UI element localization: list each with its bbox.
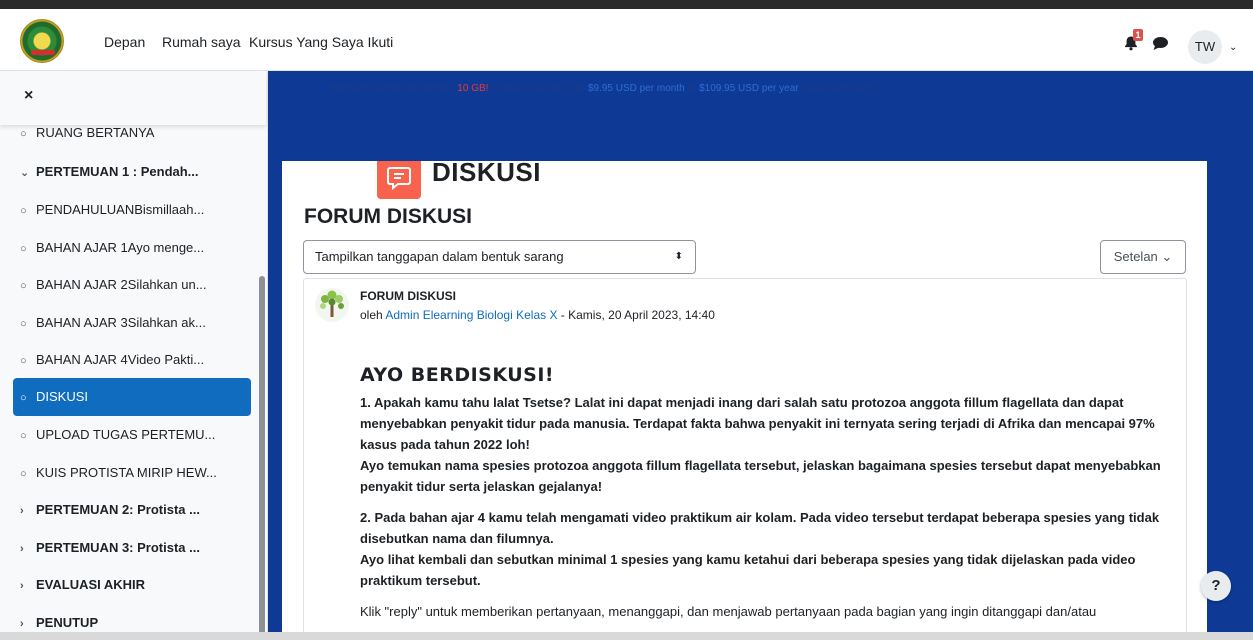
- chevron-down-icon: ⌄: [1161, 249, 1173, 264]
- circle-icon: ○: [20, 128, 27, 140]
- post-body: AYO BERDISKUSI! 1. Apakah kamu tahu lala…: [360, 365, 1170, 632]
- user-avatar[interactable]: TW: [1188, 30, 1222, 64]
- main-region: Remove advertising and get 10 GB! of dis…: [268, 71, 1253, 640]
- school-logo[interactable]: [20, 19, 64, 63]
- chevron-down-icon[interactable]: ⌄: [20, 161, 36, 184]
- post-author-link[interactable]: Admin Elearning Biologi Kelas X: [385, 308, 557, 322]
- sidebar-item-label: EVALUASI AKHIR: [36, 577, 146, 592]
- horizontal-scrollbar[interactable]: [0, 632, 1253, 640]
- sidebar-item-upload-tugas[interactable]: ○ UPLOAD TUGAS PERTEMU...: [20, 423, 255, 447]
- sidebar-item-label: BAHAN AJAR 3Silahkan ak...: [36, 315, 206, 330]
- post-meta: oleh Admin Elearning Biologi Kelas X - K…: [360, 308, 715, 322]
- post-date: - Kamis, 20 April 2023, 14:40: [557, 308, 715, 322]
- ad-price-month-link[interactable]: $9.95 USD per month: [588, 83, 685, 94]
- sidebar-item-label: KUIS PROTISTA MIRIP HEW...: [36, 465, 217, 480]
- post-title: FORUM DISKUSI: [360, 289, 456, 303]
- author-avatar-tree-icon[interactable]: [314, 287, 350, 323]
- sidebar-item-diskusi[interactable]: ○ DISKUSI: [13, 378, 251, 416]
- sidebar-section-pertemuan-2[interactable]: › PERTEMUAN 2: Protista ...: [20, 498, 255, 522]
- help-button[interactable]: ?: [1201, 571, 1231, 601]
- course-index-drawer: × ○ RUANG BERTANYA ⌄ PERTEMUAN 1 : Pendah.…: [0, 71, 268, 640]
- question-1-text: 1. Apakah kamu tahu lalat Tsetse? Lalat …: [360, 395, 1155, 452]
- sidebar-scrollbar[interactable]: [259, 276, 265, 640]
- sidebar-item-bahan-ajar-2[interactable]: ○ BAHAN AJAR 2Silahkan un...: [20, 273, 255, 297]
- sidebar-section-pertemuan-1[interactable]: ⌄ PERTEMUAN 1 : Pendah...: [20, 160, 255, 184]
- page-title: FORUM DISKUSI: [304, 205, 472, 228]
- circle-icon: ○: [20, 392, 27, 404]
- display-mode-select[interactable]: Tampilkan tanggapan dalam bentuk sarang …: [303, 240, 696, 274]
- forum-post: FORUM DISKUSI oleh Admin Elearning Biolo…: [303, 278, 1187, 640]
- chat-icon[interactable]: [1152, 36, 1169, 51]
- ad-text: (plus local taxes).: [798, 83, 880, 94]
- circle-icon: ○: [20, 205, 27, 217]
- display-mode-value: Tampilkan tanggapan dalam bentuk sarang: [315, 249, 564, 264]
- sidebar-item-label: BAHAN AJAR 1Ayo menge...: [36, 240, 205, 255]
- select-arrows-icon: ⬍: [674, 251, 683, 262]
- ad-highlight: 10 GB!: [457, 83, 489, 94]
- sidebar-item-bahan-ajar-3[interactable]: ○ BAHAN AJAR 3Silahkan ak...: [20, 311, 255, 335]
- ad-text: of disk space for only: [488, 83, 588, 94]
- sidebar-item-label: PERTEMUAN 3: Protista ...: [36, 540, 200, 555]
- chevron-right-icon[interactable]: ›: [20, 574, 36, 597]
- ad-price-year-link[interactable]: $109.95 USD per year: [699, 83, 799, 94]
- forum-icon: [377, 161, 421, 199]
- question-2-text: 2. Pada bahan ajar 4 kamu telah mengamat…: [360, 510, 1160, 546]
- nav-link-rumah-saya[interactable]: Rumah saya: [162, 34, 241, 50]
- top-navbar: Depan Rumah saya Kursus Yang Saya Ikuti …: [0, 9, 1253, 71]
- settings-button-label: Setelan: [1113, 249, 1158, 264]
- sidebar-item-kuis-protista[interactable]: ○ KUIS PROTISTA MIRIP HEW...: [20, 461, 255, 485]
- browser-top-strip: [0, 0, 1253, 9]
- sidebar-item-label: PENUTUP: [36, 615, 99, 630]
- nav-link-depan[interactable]: Depan: [104, 34, 145, 50]
- settings-button[interactable]: Setelan ⌄: [1100, 240, 1186, 274]
- ad-text: or: [684, 83, 700, 94]
- sidebar-item-label: BAHAN AJAR 4Video Pakti...: [36, 352, 205, 367]
- notification-badge: 1: [1133, 29, 1143, 41]
- post-body-heading: AYO BERDISKUSI!: [360, 364, 555, 386]
- ad-text: Remove advertising and get: [330, 83, 458, 94]
- sidebar-item-pendahuluan[interactable]: ○ PENDAHULUANBismillaah...: [20, 198, 255, 222]
- circle-icon: ○: [20, 243, 27, 255]
- chevron-right-icon[interactable]: ›: [20, 537, 36, 560]
- sidebar-item-bahan-ajar-4[interactable]: ○ BAHAN AJAR 4Video Pakti...: [20, 348, 255, 372]
- sidebar-item-label: BAHAN AJAR 2Silahkan un...: [36, 277, 207, 292]
- sidebar-item-label: UPLOAD TUGAS PERTEMU...: [36, 427, 216, 442]
- sidebar-section-pertemuan-3[interactable]: › PERTEMUAN 3: Protista ...: [20, 536, 255, 560]
- activity-type-label: DISKUSI: [432, 161, 541, 187]
- question-1-task: Ayo temukan nama spesies protozoa anggot…: [360, 458, 1161, 494]
- post-by-label: oleh: [360, 308, 386, 322]
- circle-icon: ○: [20, 355, 27, 367]
- sidebar-item-label: PERTEMUAN 1 : Pendah...: [36, 164, 199, 179]
- circle-icon: ○: [20, 280, 27, 292]
- logo-band: [31, 50, 55, 55]
- sidebar-item-label: PENDAHULUANBismillaah...: [36, 202, 205, 217]
- reply-instruction: Klik "reply" untuk memberikan pertanyaan…: [360, 604, 1097, 619]
- question-2-task: Ayo lihat kembali dan sebutkan minimal 1…: [360, 552, 1136, 588]
- sidebar-item-bahan-ajar-1[interactable]: ○ BAHAN AJAR 1Ayo menge...: [20, 236, 255, 260]
- sidebar-item-label: DISKUSI: [36, 389, 89, 404]
- close-icon[interactable]: ×: [24, 87, 33, 105]
- circle-icon: ○: [20, 468, 27, 480]
- circle-icon: ○: [20, 318, 27, 330]
- sidebar-section-evaluasi-akhir[interactable]: › EVALUASI AKHIR: [20, 573, 255, 597]
- drawer-header: ×: [0, 71, 266, 125]
- circle-icon: ○: [20, 430, 27, 442]
- activity-card: DISKUSI FORUM DISKUSI Tampilkan tanggapa…: [282, 161, 1207, 640]
- sidebar-item-label: PERTEMUAN 2: Protista ...: [36, 502, 200, 517]
- nav-link-kursus[interactable]: Kursus Yang Saya Ikuti: [249, 34, 393, 50]
- ad-banner: Remove advertising and get 10 GB! of dis…: [330, 83, 879, 94]
- chevron-down-icon[interactable]: ⌄: [1229, 42, 1237, 53]
- sidebar-item-label: RUANG BERTANYA: [36, 125, 155, 140]
- chevron-right-icon[interactable]: ›: [20, 499, 36, 522]
